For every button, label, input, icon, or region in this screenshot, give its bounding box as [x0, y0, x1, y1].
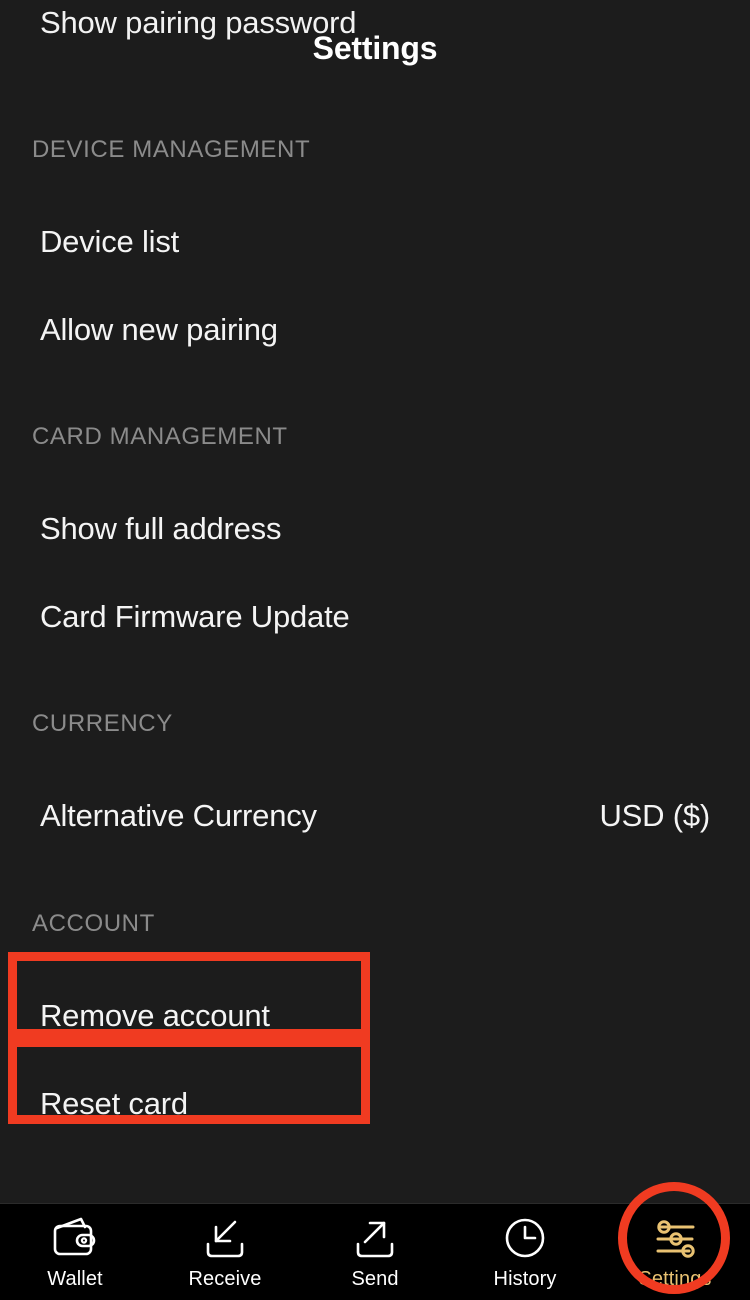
- nav-item-settings[interactable]: Settings: [600, 1204, 750, 1300]
- settings-screen: Show pairing password Settings DEVICE MA…: [0, 0, 750, 1300]
- settings-row-label: Remove account: [40, 998, 270, 1033]
- section-device-management: DEVICE MANAGEMENT Device list Allow new …: [0, 138, 750, 374]
- clock-icon: [505, 1218, 545, 1257]
- send-icon: [356, 1221, 394, 1257]
- section-header-card-management: CARD MANAGEMENT: [32, 423, 288, 450]
- nav-label: Wallet: [47, 1267, 103, 1290]
- sliders-icon: [656, 1219, 695, 1258]
- settings-row-label: Device list: [40, 224, 180, 259]
- settings-row-card-firmware-update[interactable]: Card Firmware Update: [0, 573, 750, 661]
- nav-item-history[interactable]: History: [450, 1204, 600, 1300]
- screen-header: Show pairing password Settings: [0, 0, 750, 100]
- settings-row-label: Allow new pairing: [40, 312, 278, 347]
- settings-row-label: Show full address: [40, 511, 282, 546]
- nav-label: Settings: [638, 1267, 712, 1290]
- nav-label: Send: [351, 1267, 399, 1290]
- settings-row-label: Card Firmware Update: [40, 599, 350, 634]
- nav-item-wallet[interactable]: Wallet: [0, 1204, 150, 1300]
- nav-item-send[interactable]: Send: [300, 1204, 450, 1300]
- page-title: Settings: [312, 30, 438, 66]
- settings-row-allow-new-pairing[interactable]: Allow new pairing: [0, 286, 750, 374]
- wallet-icon: [53, 1217, 96, 1255]
- section-currency: CURRENCY Alternative Currency USD ($): [0, 712, 750, 860]
- settings-row-label: Reset card: [40, 1086, 188, 1121]
- nav-label: History: [493, 1267, 557, 1290]
- settings-row-show-full-address[interactable]: Show full address: [0, 485, 750, 573]
- settings-list[interactable]: DEVICE MANAGEMENT Device list Allow new …: [0, 100, 750, 1203]
- settings-row-reset-card[interactable]: Reset card: [0, 1060, 750, 1148]
- settings-row-device-list[interactable]: Device list: [0, 198, 750, 286]
- section-header-device-management: DEVICE MANAGEMENT: [32, 136, 311, 163]
- settings-row-remove-account[interactable]: Remove account: [0, 972, 750, 1060]
- receive-icon: [206, 1220, 244, 1257]
- settings-row-label: Alternative Currency: [40, 798, 317, 833]
- settings-row-value-currency: USD ($): [599, 798, 710, 833]
- nav-item-receive[interactable]: Receive: [150, 1204, 300, 1300]
- bottom-nav: Wallet Receive Send History Settings: [0, 1203, 750, 1300]
- nav-label: Receive: [188, 1267, 262, 1290]
- section-header-account: ACCOUNT: [32, 910, 155, 937]
- settings-row-alternative-currency[interactable]: Alternative Currency USD ($): [0, 772, 750, 860]
- section-header-currency: CURRENCY: [32, 710, 173, 737]
- section-account: ACCOUNT Remove account Reset card: [0, 912, 750, 1148]
- section-card-management: CARD MANAGEMENT Show full address Card F…: [0, 425, 750, 661]
